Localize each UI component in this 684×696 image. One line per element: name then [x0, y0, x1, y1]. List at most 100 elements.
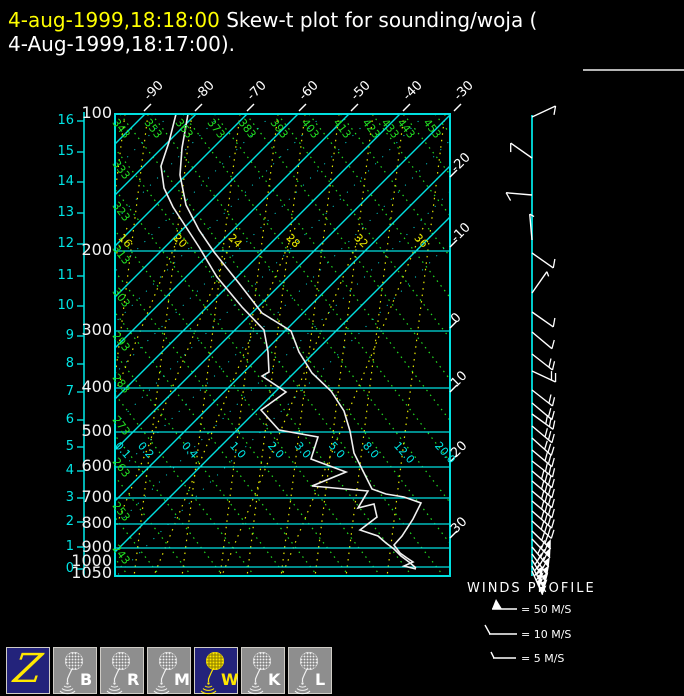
- toolbar-button-z[interactable]: Z: [6, 646, 50, 694]
- wind-barb-tick: [544, 493, 548, 503]
- height-label-11: 11: [57, 268, 74, 283]
- wind-barb-shaft: [531, 252, 554, 269]
- isotherm-dotted-line: [116, 241, 450, 576]
- wind-barb-tick: [547, 516, 552, 526]
- toolbar-button-l[interactable]: L: [288, 647, 332, 695]
- adiabat-line: [115, 352, 287, 576]
- pressure-label-300: 300: [81, 320, 112, 339]
- wind-barb-tick: [551, 508, 555, 518]
- toolbar-button-letter: M: [174, 670, 190, 689]
- wind-barb-tick: [547, 485, 552, 495]
- sonde-dot-icon: [66, 682, 69, 685]
- adiabat-line: [467, 114, 684, 576]
- wind-barb-tick: [547, 526, 552, 536]
- balloon-string: [207, 668, 214, 682]
- wind-barb-tick: [540, 500, 545, 510]
- wind-barb-shaft: [531, 105, 556, 118]
- signal-arc-icon: [249, 688, 262, 691]
- signal-arc-icon: [108, 688, 121, 691]
- balloon-string: [113, 668, 120, 682]
- signal-arc-icon: [200, 690, 217, 695]
- wind-barb-tick: [544, 462, 549, 472]
- mixing-line: [386, 114, 446, 576]
- isotherm-dotted-line: [115, 114, 171, 171]
- wind-barb-shaft: [510, 142, 533, 159]
- toolbar-button-letter: L: [315, 670, 326, 689]
- wind-barb-tick: [547, 407, 552, 417]
- wind-barb: [531, 311, 556, 328]
- wind-barb-tick: [548, 358, 552, 368]
- adiabat-line: [115, 229, 381, 576]
- isotherm-line: [115, 114, 299, 298]
- wind-barb: [531, 331, 555, 350]
- toolbar-button-w[interactable]: W: [194, 647, 239, 695]
- wind-barb-tick: [547, 443, 552, 453]
- wind-barb-tick: [552, 317, 556, 328]
- wind-barb: [510, 142, 533, 159]
- wind-barb: [531, 105, 557, 118]
- signal-arc-icon: [59, 690, 76, 695]
- wind-barb-tick: [544, 534, 549, 544]
- wind-barb-tick: [548, 417, 552, 427]
- wind-barb-tick: [547, 454, 552, 464]
- wind-barb-tick: [540, 510, 545, 520]
- balloon-string: [254, 668, 261, 682]
- signal-arc-icon: [204, 685, 213, 688]
- height-label-5: 5: [65, 439, 74, 454]
- mixing-line: [181, 114, 241, 576]
- wind-barb-tick: [552, 420, 556, 430]
- wind-barb-tick: [540, 480, 545, 490]
- plot-grid-group: [115, 114, 684, 576]
- signal-arc-icon: [61, 688, 74, 691]
- wind-barb-tick: [544, 513, 548, 523]
- top-temp-tick: [453, 103, 462, 112]
- wind-barb-tick: [551, 457, 555, 467]
- toolbar-button-k[interactable]: K: [241, 647, 285, 695]
- signal-arc-icon: [202, 688, 215, 691]
- signal-arc-icon: [153, 690, 170, 695]
- wind-barb-tick: [547, 505, 552, 515]
- height-label-15: 15: [57, 144, 74, 159]
- wind-barb-tick: [550, 529, 555, 539]
- toolbar-button-letter: W: [221, 670, 239, 689]
- wind-barb-shaft: [531, 389, 553, 407]
- wind-barb-tick: [551, 397, 556, 407]
- signal-arc-icon: [63, 685, 72, 688]
- radiosonde-balloon-icon: [294, 652, 318, 695]
- toolbar-button-r[interactable]: R: [100, 647, 144, 695]
- pressure-label-400: 400: [81, 377, 112, 396]
- wind-barb: [531, 413, 556, 430]
- sonde-dot-icon: [113, 682, 116, 685]
- signal-arc-icon: [110, 685, 119, 688]
- adiabat-line: [214, 114, 450, 422]
- wind-barb-tick: [547, 430, 552, 440]
- signal-arc-icon: [106, 690, 123, 695]
- wind-barb-tick: [544, 452, 548, 462]
- top-temp-tick: [143, 103, 152, 112]
- wind-barb: [531, 271, 550, 294]
- temperature-trace: [179, 114, 423, 570]
- pressure-label-800: 800: [81, 513, 112, 532]
- wind-barb-shaft: [531, 331, 553, 350]
- wind-barb-tick: [548, 465, 552, 475]
- pressure-label-600: 600: [81, 456, 112, 475]
- pressure-label-1050: 1050: [71, 563, 112, 582]
- winds-profile-title: WINDS PROFILE: [467, 581, 596, 596]
- isotherm-dotted-line: [115, 114, 273, 273]
- toolbar-button-b[interactable]: B: [53, 647, 97, 695]
- wind-barb-shaft: [531, 353, 553, 371]
- wind-barb-tick: [551, 478, 555, 488]
- signal-arc-icon: [157, 685, 166, 688]
- wind-barb-tick: [551, 488, 555, 498]
- adiabat-line: [119, 114, 450, 545]
- signal-arc-icon: [155, 688, 168, 691]
- wind-barb: [531, 353, 556, 371]
- sonde-dot-icon: [301, 682, 304, 685]
- wind-barb-tick: [551, 339, 555, 349]
- top-temp-tick: [298, 103, 307, 112]
- wind-barb-tick: [551, 468, 556, 478]
- toolbar-button-m[interactable]: M: [147, 647, 191, 695]
- signal-arc-icon: [294, 690, 311, 695]
- wind-barb-tick: [551, 410, 555, 420]
- wind-barb-tick: [505, 192, 512, 201]
